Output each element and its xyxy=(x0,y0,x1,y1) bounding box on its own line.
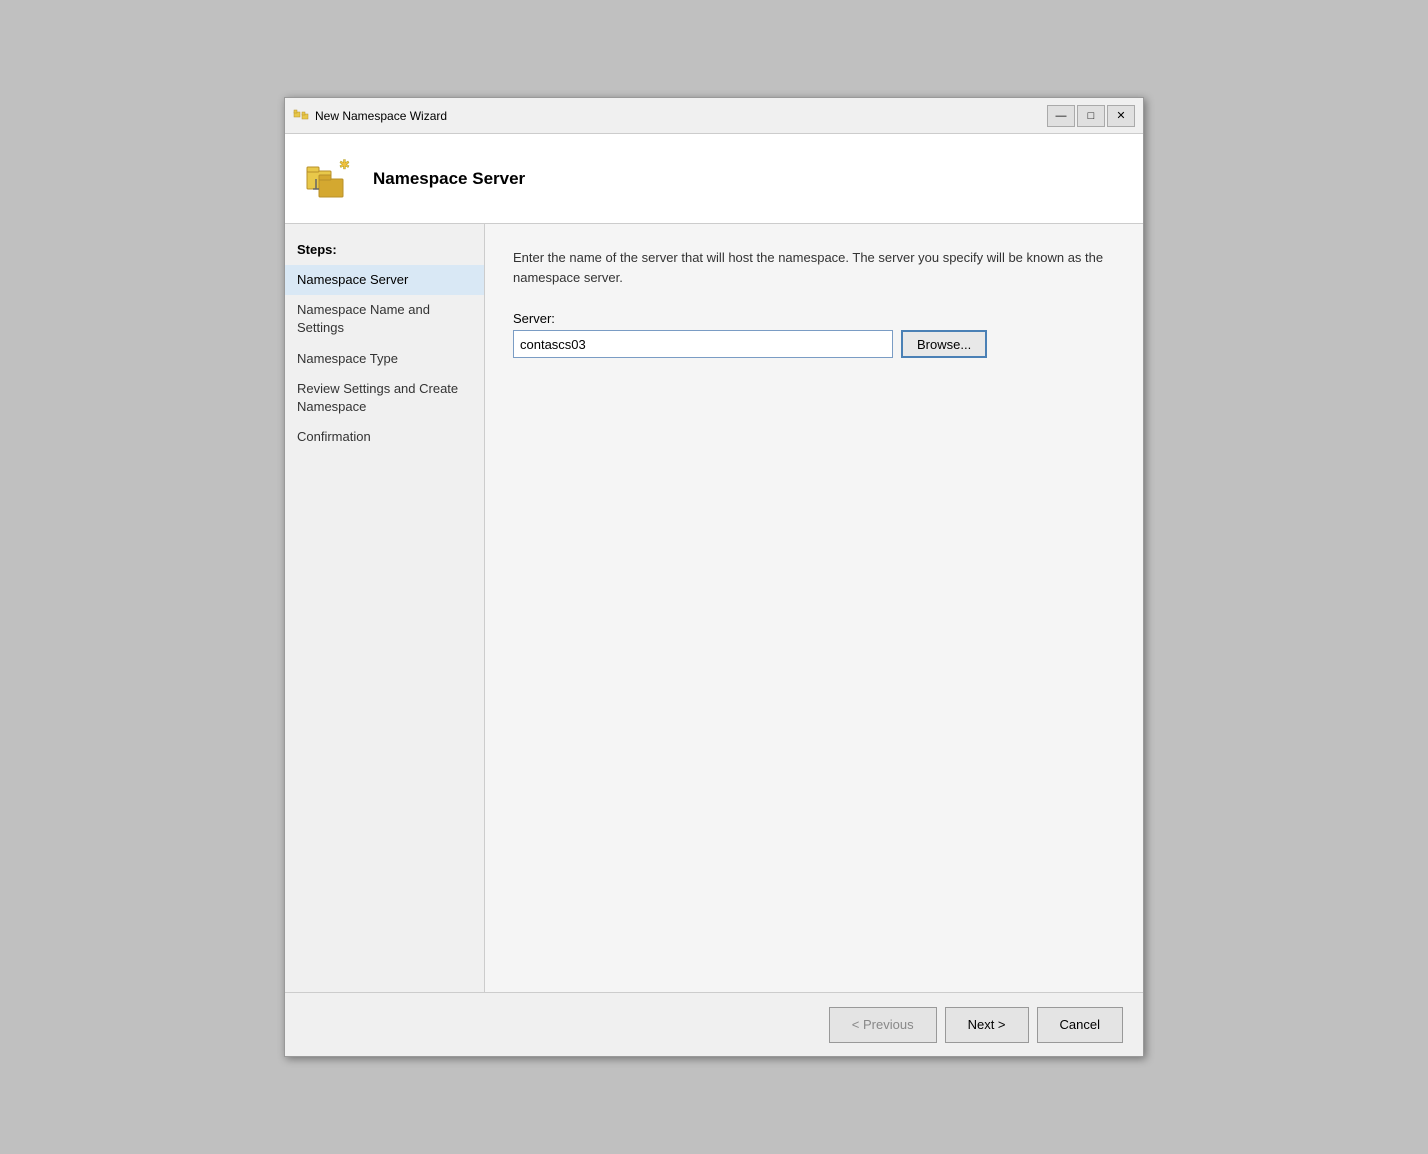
page-header: ✱ Namespace Server xyxy=(285,134,1143,224)
window-title: New Namespace Wizard xyxy=(315,109,447,123)
description-text: Enter the name of the server that will h… xyxy=(513,248,1115,287)
close-button[interactable]: ✕ xyxy=(1107,105,1135,127)
content-area: Steps: Namespace Server Namespace Name a… xyxy=(285,224,1143,992)
steps-heading: Steps: xyxy=(285,238,484,265)
step-review-settings[interactable]: Review Settings and Create Namespace xyxy=(285,374,484,422)
window-icon xyxy=(293,108,309,124)
footer: < Previous Next > Cancel xyxy=(285,992,1143,1056)
title-bar-controls: — □ ✕ xyxy=(1047,105,1135,127)
step-confirmation[interactable]: Confirmation xyxy=(285,422,484,452)
wizard-window: New Namespace Wizard — □ ✕ ✱ Namespace S… xyxy=(284,97,1144,1057)
server-field-group: Server: Browse... xyxy=(513,311,1115,358)
next-button[interactable]: Next > xyxy=(945,1007,1029,1043)
server-input[interactable] xyxy=(513,330,893,358)
step-namespace-name[interactable]: Namespace Name and Settings xyxy=(285,295,484,343)
browse-button[interactable]: Browse... xyxy=(901,330,987,358)
dfs-icon: ✱ xyxy=(305,153,357,205)
page-title: Namespace Server xyxy=(373,169,525,189)
svg-text:✱: ✱ xyxy=(339,157,350,172)
title-bar: New Namespace Wizard — □ ✕ xyxy=(285,98,1143,134)
minimize-button[interactable]: — xyxy=(1047,105,1075,127)
previous-button[interactable]: < Previous xyxy=(829,1007,937,1043)
step-namespace-type[interactable]: Namespace Type xyxy=(285,344,484,374)
maximize-button[interactable]: □ xyxy=(1077,105,1105,127)
server-label: Server: xyxy=(513,311,1115,326)
step-namespace-server[interactable]: Namespace Server xyxy=(285,265,484,295)
title-bar-left: New Namespace Wizard xyxy=(293,108,447,124)
cancel-button[interactable]: Cancel xyxy=(1037,1007,1123,1043)
steps-panel: Steps: Namespace Server Namespace Name a… xyxy=(285,224,485,992)
server-input-row: Browse... xyxy=(513,330,1115,358)
main-panel: Enter the name of the server that will h… xyxy=(485,224,1143,992)
